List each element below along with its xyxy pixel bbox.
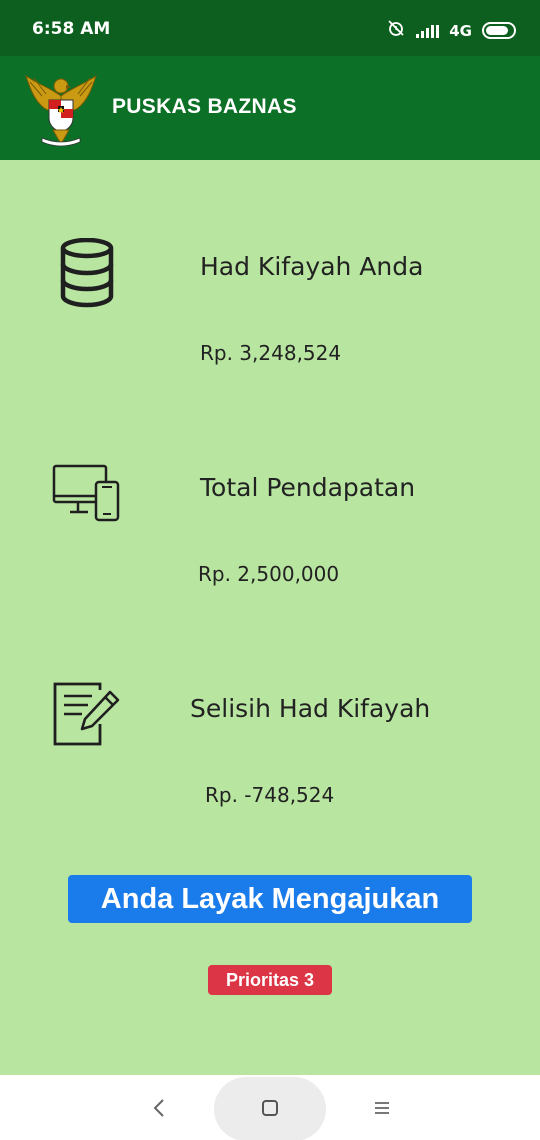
priority-badge: Prioritas 3 <box>208 965 332 995</box>
selisih-had-kifayah-value: Rp. -748,524 <box>205 783 335 807</box>
garuda-emblem-logo <box>20 66 102 150</box>
eligible-button[interactable]: Anda Layak Mengajukan <box>68 875 472 923</box>
had-kifayah-title: Had Kifayah Anda <box>200 252 424 281</box>
network-type: 4G <box>449 21 472 40</box>
total-pendapatan-value: Rp. 2,500,000 <box>198 562 340 586</box>
total-pendapatan-title: Total Pendapatan <box>200 473 416 502</box>
had-kifayah-value: Rp. 3,248,524 <box>200 341 342 365</box>
devices-icon <box>52 464 122 527</box>
status-bar: 6:58 AM 4G <box>0 0 540 56</box>
battery-icon <box>482 22 516 39</box>
app-title: PUSKAS BAZNAS <box>112 95 297 118</box>
navigation-bar <box>0 1075 540 1140</box>
status-icons: 4G <box>386 18 516 43</box>
edit-document-icon <box>52 680 122 753</box>
menu-icon[interactable] <box>369 1095 395 1121</box>
home-icon[interactable] <box>257 1095 283 1121</box>
selisih-had-kifayah-title: Selisih Had Kifayah <box>190 694 431 723</box>
back-icon[interactable] <box>146 1095 172 1121</box>
status-time: 6:58 AM <box>32 19 111 39</box>
signal-icon <box>416 24 440 38</box>
app-bar: PUSKAS BAZNAS <box>0 56 540 160</box>
database-icon <box>58 237 116 313</box>
alarm-off-icon <box>386 18 406 43</box>
